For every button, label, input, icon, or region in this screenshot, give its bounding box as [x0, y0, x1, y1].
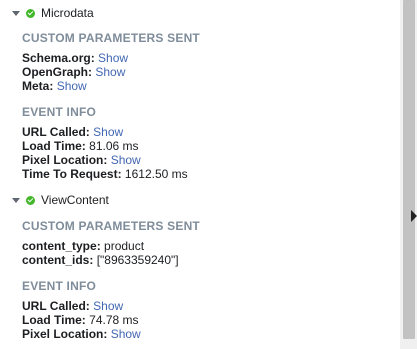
param-value: product: [104, 239, 145, 253]
custom-params-title: CUSTOM PARAMETERS SENT: [22, 31, 200, 45]
param-key: content_ids: [22, 253, 90, 267]
info-key: Pixel Location: [22, 153, 104, 167]
param-key: Schema.org: [22, 51, 91, 65]
show-link[interactable]: Show: [111, 153, 141, 167]
show-link[interactable]: Show: [57, 79, 87, 93]
check-icon: [26, 195, 35, 205]
show-link[interactable]: Show: [111, 327, 141, 341]
param-row: Schema.org: Show: [22, 51, 129, 65]
param-value: ["8963359240"]: [96, 253, 179, 267]
show-link[interactable]: Show: [93, 299, 123, 313]
check-icon: [26, 8, 35, 18]
param-key: OpenGraph: [22, 65, 89, 79]
custom-params-title: CUSTOM PARAMETERS SENT: [22, 219, 200, 233]
info-key: Load Time: [22, 139, 82, 153]
param-key: Meta: [22, 79, 50, 93]
param-key: content_type: [22, 239, 97, 253]
param-row: content_type: product: [22, 239, 145, 253]
event-info-title: EVENT INFO: [22, 279, 97, 293]
info-row: Pixel Location: Show: [22, 153, 141, 167]
info-row: Load Time: 81.06 ms: [22, 139, 139, 153]
param-row: Meta: Show: [22, 79, 87, 93]
info-key: Load Time: [22, 313, 82, 327]
pixel-events-panel: Microdata CUSTOM PARAMETERS SENT Schema.…: [0, 0, 400, 349]
info-key: Time To Request: [22, 167, 118, 181]
show-link[interactable]: Show: [98, 51, 128, 65]
info-key: Pixel Location: [22, 327, 104, 341]
event-header-microdata[interactable]: Microdata: [12, 5, 94, 21]
event-header-viewcontent[interactable]: ViewContent: [12, 192, 109, 208]
show-link[interactable]: Show: [95, 65, 125, 79]
chevron-down-icon[interactable]: [12, 197, 20, 203]
chevron-down-icon[interactable]: [12, 10, 20, 16]
info-row: Load Time: 74.78 ms: [22, 313, 139, 327]
info-value: 81.06 ms: [89, 139, 139, 153]
info-row: URL Called: Show: [22, 125, 124, 139]
info-key: URL Called: [22, 125, 86, 139]
mouse-cursor-icon: [411, 210, 417, 222]
event-name: ViewContent: [41, 193, 109, 207]
param-row: content_ids: ["8963359240"]: [22, 253, 179, 267]
scrollbar-thumb[interactable]: [403, 0, 415, 339]
param-row: OpenGraph: Show: [22, 65, 126, 79]
info-value: 1612.50 ms: [124, 167, 188, 181]
event-name: Microdata: [41, 6, 94, 20]
info-row: Pixel Location: Show: [22, 327, 141, 341]
info-row: URL Called: Show: [22, 299, 124, 313]
info-row: Time To Request: 1612.50 ms: [22, 167, 188, 181]
info-value: 74.78 ms: [89, 313, 139, 327]
show-link[interactable]: Show: [93, 125, 123, 139]
event-info-title: EVENT INFO: [22, 105, 97, 119]
info-key: URL Called: [22, 299, 86, 313]
